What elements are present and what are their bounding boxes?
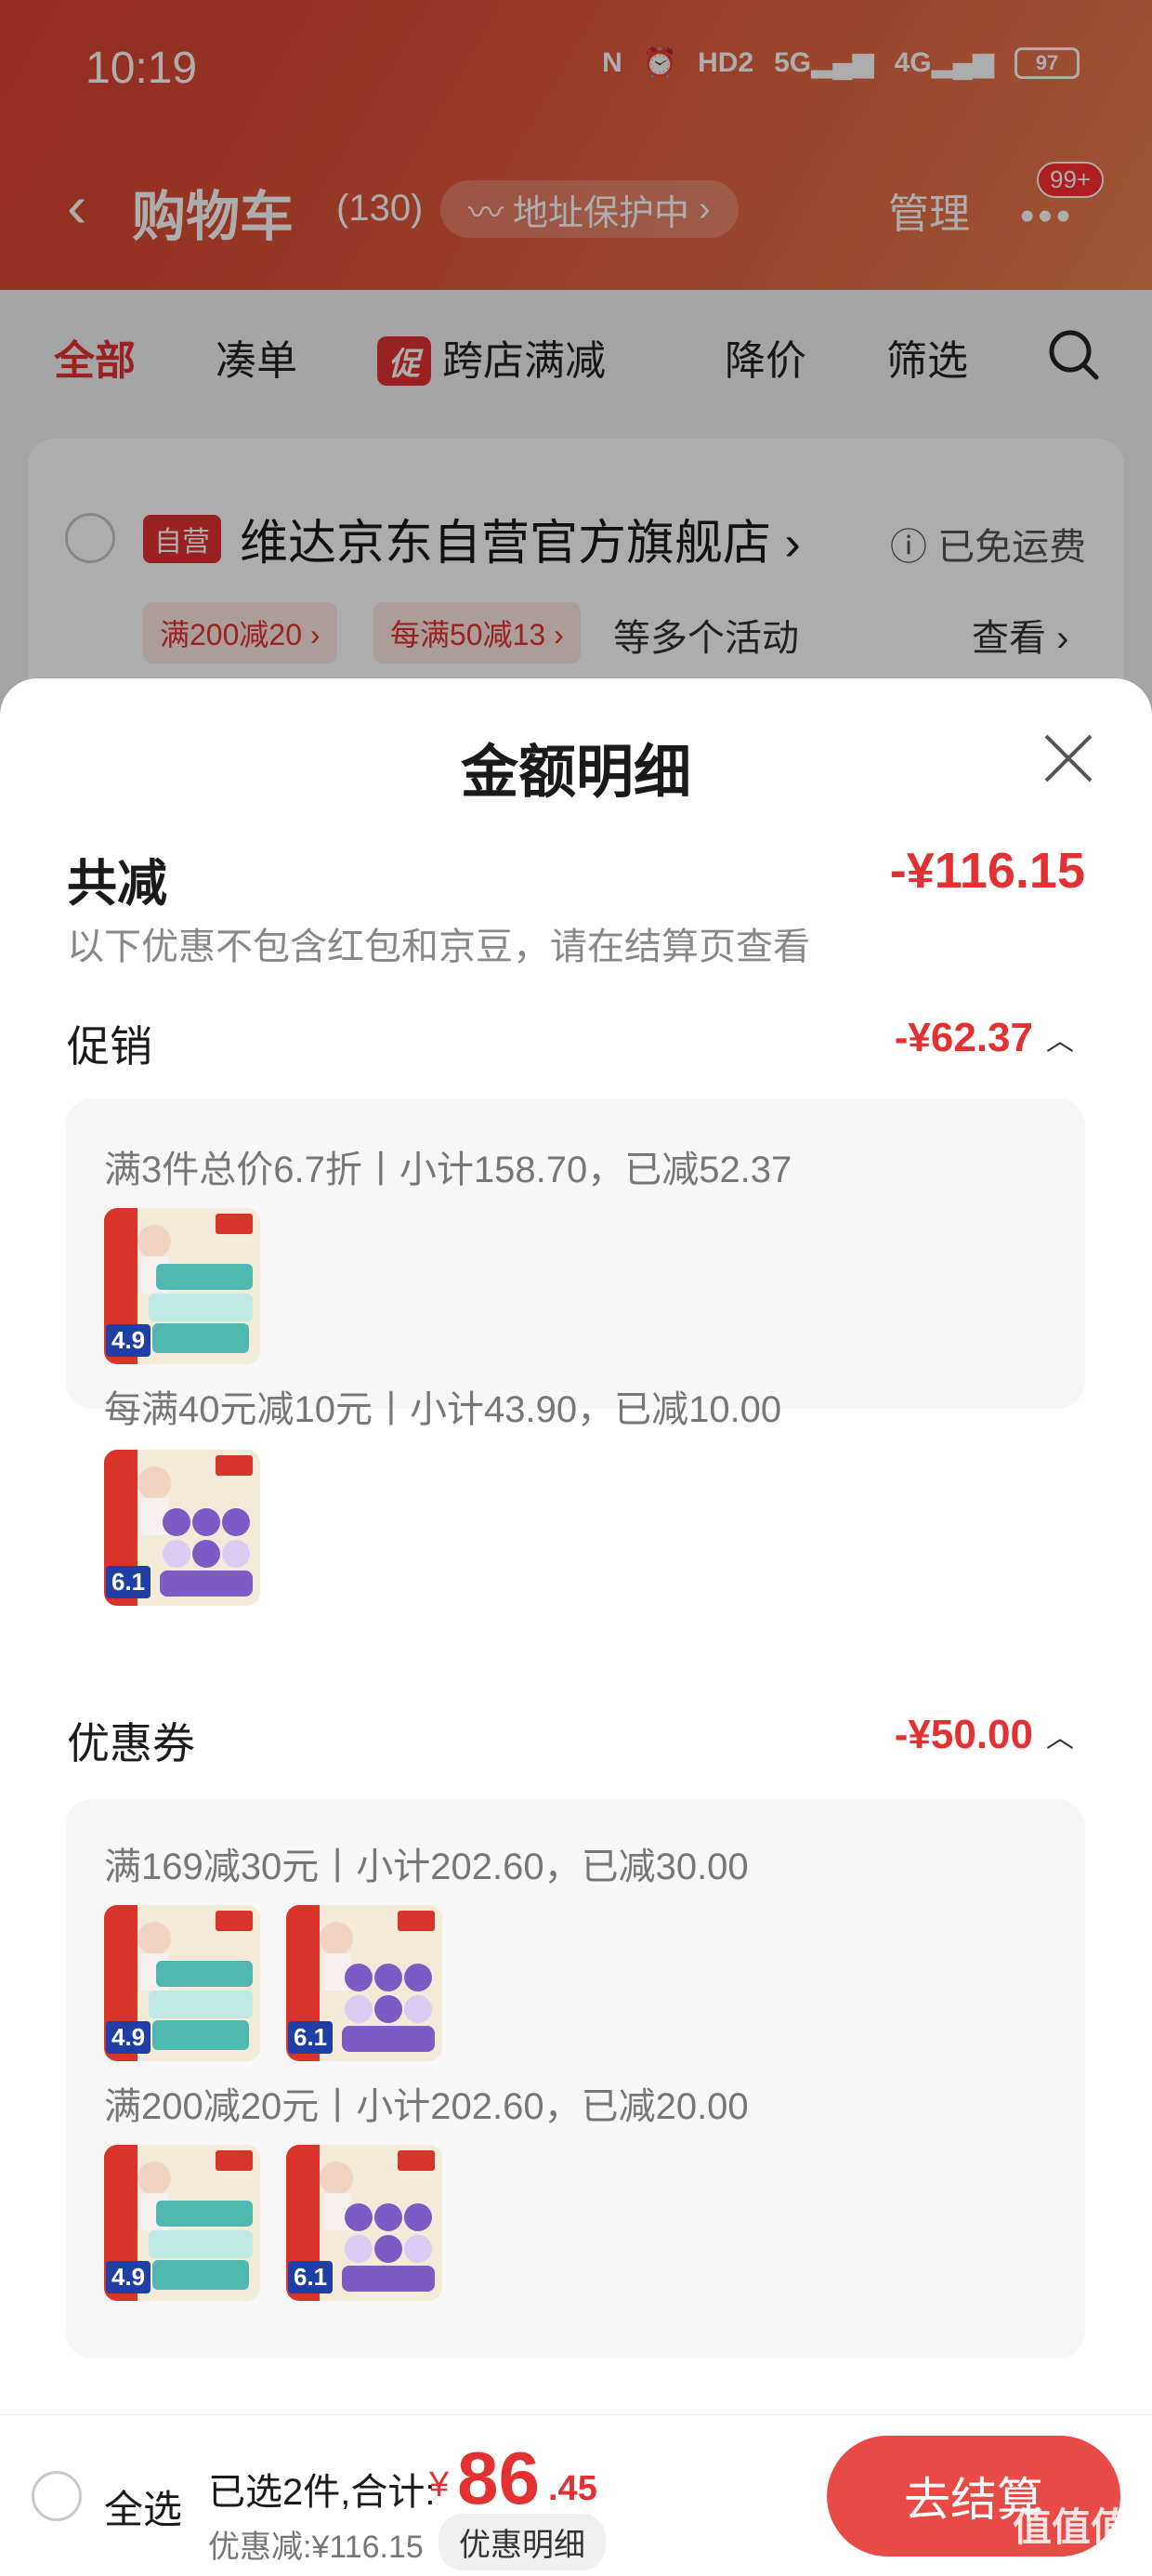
- select-all-radio[interactable]: [32, 2471, 82, 2521]
- discount-summary: 优惠减:¥116.15: [208, 2530, 424, 2565]
- chevron-up-icon: ︿: [1046, 1026, 1074, 1057]
- close-icon[interactable]: [1041, 730, 1096, 786]
- promotion-line: 每满40元减10元丨小计43.90，已减10.00: [104, 1389, 782, 1430]
- price-badge: 4.9: [106, 2021, 151, 2054]
- product-thumbnail[interactable]: 6.1: [286, 2145, 442, 2301]
- promotion-amount[interactable]: -¥62.37 ︿: [895, 1015, 1074, 1061]
- sheet-title: 金额明细: [460, 741, 691, 805]
- price-badge: 4.9: [106, 1324, 151, 1357]
- price-badge: 4.9: [106, 2261, 151, 2293]
- selected-count: 已选2件,合计:: [208, 2472, 436, 2513]
- watermark: 值值值: [1013, 2505, 1131, 2549]
- coupon-label: 优惠券: [67, 1719, 195, 1768]
- product-thumbnail[interactable]: 6.1: [286, 1905, 442, 2061]
- coupon-line: 满169减30元丨小计202.60，已减30.00: [104, 1847, 749, 1887]
- promotion-line: 满3件总价6.7折丨小计158.70，已减52.37: [104, 1150, 792, 1190]
- product-thumbnail[interactable]: 4.9: [104, 1208, 260, 1364]
- promotion-group: 满3件总价6.7折丨小计158.70，已减52.37 4.9 每满40元减10元…: [65, 1098, 1085, 1430]
- price-badge: 6.1: [288, 2021, 334, 2054]
- coupon-group: 满169减30元丨小计202.60，已减30.00 4.9 6.1 满200减2…: [65, 1799, 1085, 2359]
- price-badge: 6.1: [106, 1566, 151, 1598]
- select-all-label[interactable]: 全选: [104, 2478, 182, 2535]
- total-discount-label: 共减: [67, 856, 167, 912]
- product-thumbnail[interactable]: 4.9: [104, 1905, 260, 2061]
- amount-detail-sheet: 金额明细 共减 -¥116.15 以下优惠不包含红包和京豆，请在结算页查看 促销…: [0, 678, 1152, 2576]
- product-thumbnail[interactable]: 6.1: [104, 1450, 260, 1606]
- checkout-bar: 全选 已选2件,合计: ¥ 86 .45 优惠减:¥116.15 优惠明细 去结…: [0, 2414, 1152, 2576]
- total-price-int: 86: [457, 2437, 540, 2519]
- discount-detail-button[interactable]: 优惠明细: [439, 2514, 606, 2570]
- discount-note: 以下优惠不包含红包和京豆，请在结算页查看: [67, 927, 810, 967]
- coupon-line: 满200减20元丨小计202.60，已减20.00: [104, 2086, 749, 2127]
- currency-symbol: ¥: [429, 2465, 450, 2504]
- total-price-dec: .45: [548, 2469, 597, 2508]
- promotion-label: 促销: [67, 1022, 152, 1071]
- total-discount-amount: -¥116.15: [889, 843, 1085, 899]
- product-thumbnail[interactable]: 4.9: [104, 2145, 260, 2301]
- coupon-amount[interactable]: -¥50.00 ︿: [895, 1712, 1074, 1758]
- chevron-up-icon: ︿: [1046, 1723, 1074, 1754]
- price-badge: 6.1: [288, 2261, 334, 2293]
